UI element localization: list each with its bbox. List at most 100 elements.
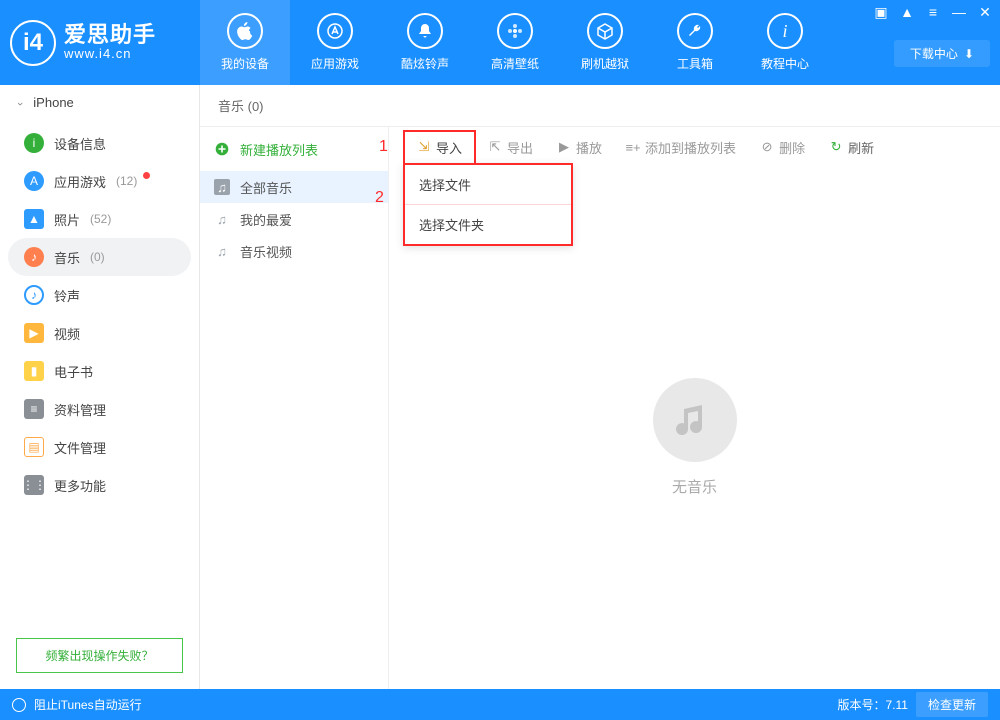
wrench-icon xyxy=(677,13,713,49)
sidebar-item-more[interactable]: ⋮⋮ 更多功能 xyxy=(0,466,199,504)
top-nav: 我的设备 应用游戏 酷炫铃声 高清壁纸 刷机越狱 工具箱 i 教程中心 xyxy=(200,0,830,85)
nav-jailbreak[interactable]: 刷机越狱 xyxy=(560,0,650,85)
sub-item-favorites[interactable]: ♫ 我的最爱 xyxy=(200,203,388,235)
music-icon: ♪ xyxy=(24,247,44,267)
menu-icon[interactable]: ≡ xyxy=(924,4,942,20)
appstore-icon xyxy=(317,13,353,49)
app-logo: i4 爱思助手 www.i4.cn xyxy=(10,20,200,66)
sub-item-all-music[interactable]: ♫ 全部音乐 xyxy=(200,171,388,203)
annotation-2: 2 xyxy=(371,189,384,207)
sidebar-item-count: (12) xyxy=(116,174,137,188)
sidebar-item-label: 电子书 xyxy=(54,362,93,381)
sidebar-item-count: (0) xyxy=(90,250,105,264)
play-button[interactable]: ▶ 播放 xyxy=(545,132,614,163)
sidebar-item-label: 文件管理 xyxy=(54,438,106,457)
bell-icon xyxy=(407,13,443,49)
sidebar-item-data[interactable]: ≡ 资料管理 xyxy=(0,390,199,428)
sidebar-item-label: 应用游戏 xyxy=(54,172,106,191)
nav-toolbox[interactable]: 工具箱 xyxy=(650,0,740,85)
close-button[interactable]: ✕ xyxy=(976,4,994,20)
version-label: 版本号：7.11 xyxy=(838,696,908,713)
device-sidebar: › iPhone i 设备信息 A 应用游戏 (12) ▲ 照片 (52) ♪ … xyxy=(0,85,200,689)
dropdown-select-folder[interactable]: 选择文件夹 xyxy=(405,204,571,244)
sidebar-item-apps[interactable]: A 应用游戏 (12) xyxy=(0,162,199,200)
sub-item-music-video[interactable]: ♫ 音乐视频 xyxy=(200,235,388,267)
music-note-icon: ♫ xyxy=(214,179,230,195)
music-note-icon: ♫ xyxy=(214,243,230,259)
add-playlist-label: 添加到播放列表 xyxy=(645,138,736,157)
refresh-label: 刷新 xyxy=(848,138,874,157)
dropdown-select-file[interactable]: 选择文件 xyxy=(405,165,571,204)
sub-item-label: 我的最爱 xyxy=(240,210,292,229)
delete-button[interactable]: ⊘ 删除 xyxy=(748,132,817,163)
skin-icon[interactable]: ▲ xyxy=(898,4,916,20)
chevron-down-icon: › xyxy=(14,102,26,106)
nav-wallpapers[interactable]: 高清壁纸 xyxy=(470,0,560,85)
sidebar-item-ebooks[interactable]: ▮ 电子书 xyxy=(0,352,199,390)
logo-url: www.i4.cn xyxy=(64,47,156,61)
sidebar-item-photos[interactable]: ▲ 照片 (52) xyxy=(0,200,199,238)
sidebar-item-label: 音乐 xyxy=(54,248,80,267)
notification-badge xyxy=(143,172,150,179)
info-icon: i xyxy=(767,13,803,49)
download-center-label: 下载中心 xyxy=(910,45,958,62)
import-label: 导入 xyxy=(436,138,462,157)
nav-tutorials[interactable]: i 教程中心 xyxy=(740,0,830,85)
play-icon: ▶ xyxy=(557,140,571,154)
faq-button[interactable]: 频繁出现操作失败？ xyxy=(16,638,183,673)
nav-my-device[interactable]: 我的设备 xyxy=(200,0,290,85)
nav-label: 高清壁纸 xyxy=(491,55,539,72)
export-label: 导出 xyxy=(507,138,533,157)
delete-icon: ⊘ xyxy=(760,140,774,154)
sidebar-item-label: 视频 xyxy=(54,324,80,343)
sidebar-item-label: 设备信息 xyxy=(54,134,106,153)
sub-item-label: 新建播放列表 xyxy=(240,140,318,159)
appstore-icon: A xyxy=(24,171,44,191)
nav-label: 我的设备 xyxy=(221,55,269,72)
new-playlist-button[interactable]: 新建播放列表 xyxy=(200,133,388,165)
itunes-block-toggle[interactable]: 阻止iTunes自动运行 xyxy=(34,696,142,713)
sub-item-label: 音乐视频 xyxy=(240,242,292,261)
download-icon: ⬇ xyxy=(964,47,974,61)
refresh-button[interactable]: ↻ 刷新 xyxy=(817,132,886,163)
plus-icon xyxy=(214,141,230,157)
nav-app-games[interactable]: 应用游戏 xyxy=(290,0,380,85)
flower-icon xyxy=(497,13,533,49)
refresh-icon: ↻ xyxy=(829,140,843,154)
download-center-button[interactable]: 下载中心 ⬇ xyxy=(894,40,990,67)
sidebar-item-label: 更多功能 xyxy=(54,476,106,495)
bell-icon: ♪ xyxy=(24,285,44,305)
delete-label: 删除 xyxy=(779,138,805,157)
sidebar-item-music[interactable]: ♪ 音乐 (0) xyxy=(8,238,191,276)
import-button[interactable]: ⇲ 导入 xyxy=(403,130,476,165)
nav-label: 工具箱 xyxy=(677,55,713,72)
check-update-button[interactable]: 检查更新 xyxy=(916,692,988,717)
status-bar: 阻止iTunes自动运行 版本号：7.11 检查更新 xyxy=(0,689,1000,720)
titlebar-controls: ▣ ▲ ≡ — ✕ xyxy=(872,4,994,20)
grid-icon: ⋮⋮ xyxy=(24,475,44,495)
minimize-button[interactable]: — xyxy=(950,4,968,20)
music-category-list: 新建播放列表 ♫ 全部音乐 ♫ 我的最爱 ♫ 音乐视频 xyxy=(200,127,388,689)
playlist-add-icon: ≡+ xyxy=(626,140,640,154)
page-title: 音乐 (0) xyxy=(200,85,1000,127)
video-icon: ▶ xyxy=(24,323,44,343)
feedback-icon[interactable]: ▣ xyxy=(872,4,890,20)
data-icon: ≡ xyxy=(24,399,44,419)
apple-icon xyxy=(227,13,263,49)
sidebar-item-label: 资料管理 xyxy=(54,400,106,419)
sidebar-item-device-info[interactable]: i 设备信息 xyxy=(0,124,199,162)
sidebar-item-files[interactable]: ▤ 文件管理 xyxy=(0,428,199,466)
sub-item-label: 全部音乐 xyxy=(240,178,292,197)
book-icon: ▮ xyxy=(24,361,44,381)
export-button[interactable]: ⇱ 导出 xyxy=(476,132,545,163)
device-header[interactable]: › iPhone xyxy=(0,85,199,120)
sidebar-item-label: 照片 xyxy=(54,210,80,229)
music-toolbar: ⇲ 导入 ⇱ 导出 ▶ 播放 ≡+ 添加到播放列表 xyxy=(389,127,1000,167)
main-panel: 音乐 (0) 新建播放列表 ♫ 全部音乐 ♫ 我的最爱 ♫ xyxy=(200,85,1000,689)
nav-ringtones[interactable]: 酷炫铃声 xyxy=(380,0,470,85)
nav-label: 教程中心 xyxy=(761,55,809,72)
music-placeholder-icon xyxy=(653,378,737,462)
sidebar-item-ringtones[interactable]: ♪ 铃声 xyxy=(0,276,199,314)
add-to-playlist-button[interactable]: ≡+ 添加到播放列表 xyxy=(614,132,748,163)
sidebar-item-videos[interactable]: ▶ 视频 xyxy=(0,314,199,352)
